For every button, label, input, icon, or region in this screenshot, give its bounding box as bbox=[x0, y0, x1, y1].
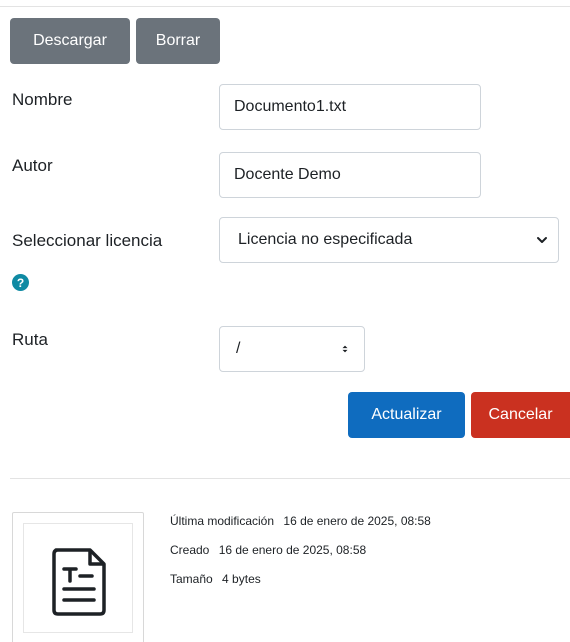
chevron-down-icon bbox=[537, 237, 547, 243]
author-field-value: Docente Demo bbox=[234, 166, 341, 183]
top-divider bbox=[0, 6, 570, 7]
file-thumbnail-frame bbox=[23, 523, 133, 633]
download-button[interactable]: Descargar bbox=[10, 18, 130, 64]
license-select-value: Licencia no especificada bbox=[238, 231, 413, 248]
update-button[interactable]: Actualizar bbox=[348, 392, 465, 438]
path-select-value: / bbox=[236, 340, 241, 357]
sort-arrows-icon bbox=[342, 345, 348, 353]
name-field[interactable]: Documento1.txt bbox=[219, 84, 481, 130]
file-size: Tamaño 4 bytes bbox=[170, 572, 261, 586]
file-size-value: 4 bytes bbox=[222, 572, 261, 586]
path-select[interactable]: / bbox=[219, 326, 365, 372]
file-size-label: Tamaño bbox=[170, 572, 213, 586]
license-select[interactable]: Licencia no especificada bbox=[219, 217, 559, 263]
author-label: Autor bbox=[12, 156, 53, 175]
help-icon-glyph: ? bbox=[16, 275, 25, 290]
file-created-label: Creado bbox=[170, 543, 210, 557]
name-field-value: Documento1.txt bbox=[234, 98, 347, 115]
file-details-page: Descargar Borrar Nombre Documento1.txt A… bbox=[0, 0, 570, 642]
file-thumbnail bbox=[12, 512, 144, 642]
license-label: Seleccionar licencia bbox=[12, 231, 163, 250]
text-document-icon bbox=[52, 548, 106, 616]
delete-button[interactable]: Borrar bbox=[136, 18, 220, 64]
file-created: Creado 16 de enero de 2025, 08:58 bbox=[170, 543, 366, 557]
file-modified-label: Última modificación bbox=[170, 514, 275, 528]
file-modified-value: 16 de enero de 2025, 08:58 bbox=[283, 514, 431, 528]
path-label: Ruta bbox=[12, 330, 48, 349]
cancel-button[interactable]: Cancelar bbox=[471, 392, 570, 438]
section-divider bbox=[10, 478, 570, 479]
author-field[interactable]: Docente Demo bbox=[219, 152, 481, 198]
file-created-value: 16 de enero de 2025, 08:58 bbox=[218, 543, 367, 557]
name-label: Nombre bbox=[12, 90, 73, 109]
help-icon[interactable]: ? bbox=[12, 274, 29, 291]
file-modified: Última modificación 16 de enero de 2025,… bbox=[170, 514, 431, 528]
